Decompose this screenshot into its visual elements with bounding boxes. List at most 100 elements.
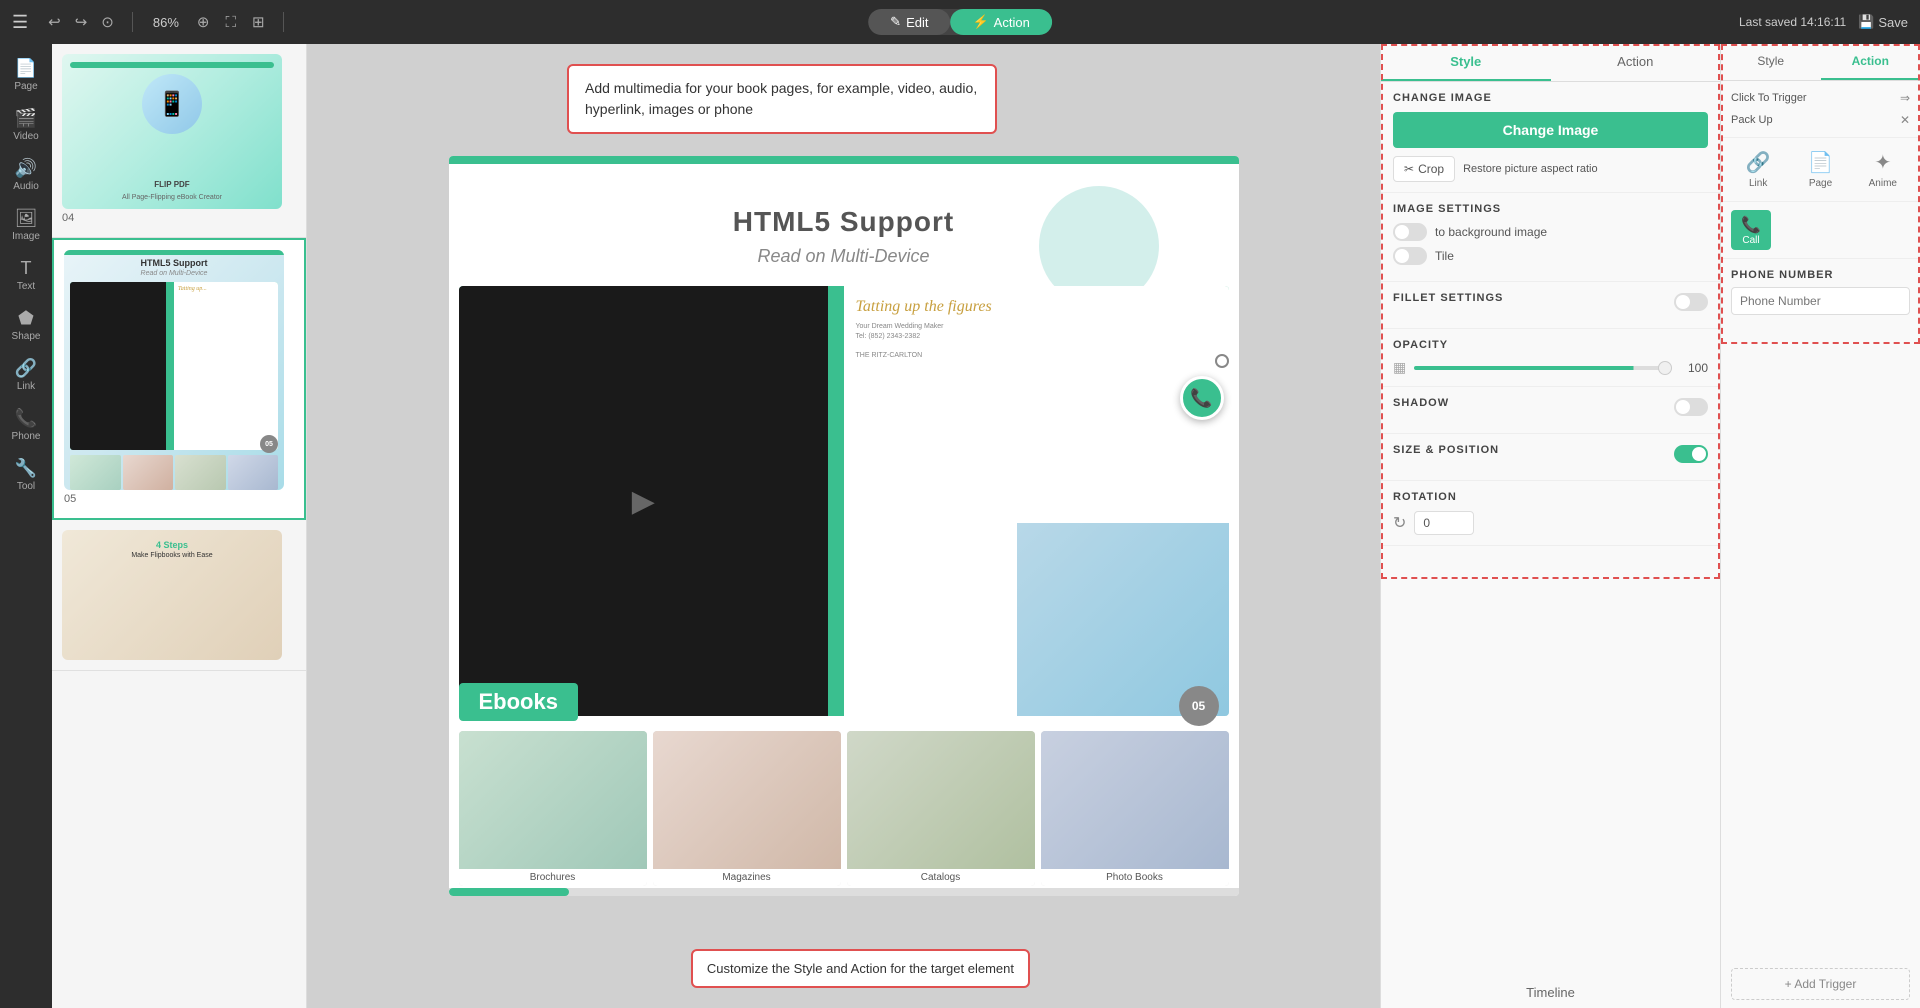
shadow-toggle[interactable] [1674, 398, 1708, 416]
change-image-button[interactable]: Change Image [1393, 112, 1708, 148]
redo-icon[interactable]: ↪ [71, 11, 92, 33]
opacity-title: OPACITY [1393, 339, 1708, 351]
action-icon: ⚡ [972, 14, 988, 30]
shape-icon: ⬟ [18, 308, 34, 329]
save-icon: 💾 [1858, 14, 1874, 30]
canvas-area: Add multimedia for your book pages, for … [307, 44, 1380, 1008]
tool-icon: 🔧 [15, 458, 37, 479]
book-right-page: Tatting up the figures Your Dream Weddin… [844, 286, 1229, 716]
book-spread[interactable]: ▶ Tatting up the figures Your Dream Wedd… [459, 286, 1229, 716]
right-panel: Style Action CHANGE IMAGE Change Image ✂… [1380, 44, 1720, 1008]
opacity-slider[interactable] [1414, 366, 1672, 370]
sidebar-label-link: Link [17, 381, 35, 392]
action-link[interactable]: 🔗 Link [1731, 146, 1785, 193]
phone-number-input[interactable] [1731, 287, 1910, 315]
tab-action[interactable]: Action [1551, 44, 1721, 81]
sidebar-item-shape[interactable]: ⬟ Shape [0, 302, 52, 348]
grid-label-brochures: Brochures [459, 869, 647, 886]
size-position-title: SIZE & POSITION [1393, 444, 1499, 456]
ebooks-label: Ebooks [459, 683, 578, 721]
canvas-scrollbar[interactable] [449, 888, 1239, 896]
far-right-tabs: Style Action [1721, 44, 1920, 81]
thumb-img-5: HTML5 Support Read on Multi-Device Tatti… [64, 250, 284, 490]
tab-style[interactable]: Style [1381, 44, 1551, 81]
right-panel-tabs: Style Action [1381, 44, 1720, 82]
edit-label: Edit [906, 15, 928, 30]
grid-item-catalogs[interactable]: Catalogs [847, 731, 1035, 886]
anime-icon: ✦ [1874, 150, 1891, 175]
crop-button[interactable]: ✂ Crop [1393, 156, 1455, 182]
link-icon: 🔗 [15, 358, 37, 379]
divider2 [283, 12, 284, 32]
sidebar-item-audio[interactable]: 🔊 Audio [0, 152, 52, 198]
rotation-icon: ↻ [1393, 513, 1406, 533]
page-icon: 📄 [1808, 150, 1833, 175]
rotation-input[interactable] [1414, 511, 1474, 535]
canvas-content[interactable]: HTML5 Support Read on Multi-Device ▶ Tat… [449, 156, 1239, 896]
trigger-arrow-icon: ⇒ [1900, 91, 1910, 105]
far-right-panel: Style Action Click To Trigger ⇒ Pack Up … [1720, 44, 1920, 1008]
tab-edit[interactable]: ✎ Edit [868, 9, 950, 35]
page-thumb-5[interactable]: HTML5 Support Read on Multi-Device Tatti… [52, 238, 306, 520]
left-sidebar: 📄 Page 🎬 Video 🔊 Audio 🖼 Image T Text ⬟ … [0, 44, 52, 1008]
fillet-header: FILLET SETTINGS [1393, 292, 1708, 312]
canvas-page-subtitle: Read on Multi-Device [449, 246, 1239, 267]
fillet-title: FILLET SETTINGS [1393, 292, 1503, 304]
undo-icon[interactable]: ↩ [44, 11, 65, 33]
sidebar-item-tool[interactable]: 🔧 Tool [0, 452, 52, 498]
sidebar-item-video[interactable]: 🎬 Video [0, 102, 52, 148]
tooltip-add-multimedia: Add multimedia for your book pages, for … [567, 64, 997, 134]
background-image-row: to background image [1393, 223, 1708, 241]
scrollbar-thumb[interactable] [449, 888, 569, 896]
pages-panel: 📱 FLIP PDF All Page-Flipping eBook Creat… [52, 44, 307, 1008]
sidebar-item-image[interactable]: 🖼 Image [0, 202, 52, 248]
zoom-icon[interactable]: ⊕ [193, 11, 214, 33]
grid-item-photobooks[interactable]: Photo Books [1041, 731, 1229, 886]
sidebar-item-link[interactable]: 🔗 Link [0, 352, 52, 398]
selection-handle-top[interactable] [1215, 354, 1229, 368]
sidebar-item-page[interactable]: 📄 Page [0, 52, 52, 98]
frp-tab-style[interactable]: Style [1721, 44, 1821, 80]
thumb-img-4: 📱 FLIP PDF All Page-Flipping eBook Creat… [62, 54, 282, 209]
call-button[interactable]: 📞 Call [1731, 210, 1771, 250]
last-saved-label: Last saved 14:16:11 [1739, 15, 1846, 29]
timeline-button[interactable]: Timeline [1381, 977, 1720, 1008]
frp-tab-action[interactable]: Action [1821, 44, 1920, 80]
layout-icon[interactable]: ⊞ [248, 11, 269, 33]
sidebar-item-phone[interactable]: 📞 Phone [0, 402, 52, 448]
restore-button[interactable]: Restore picture aspect ratio [1463, 163, 1598, 175]
sidebar-item-text[interactable]: T Text [0, 252, 52, 298]
sidebar-label-phone: Phone [12, 431, 41, 442]
edit-action-tabs: ✎ Edit ⚡ Action [868, 9, 1052, 35]
menu-icon[interactable]: ☰ [12, 12, 28, 33]
book-right-title: Tatting up the figures [856, 298, 1217, 316]
grid-item-brochures[interactable]: Brochures [459, 731, 647, 886]
main-layout: 📄 Page 🎬 Video 🔊 Audio 🖼 Image T Text ⬟ … [0, 44, 1920, 1008]
grid-label-photobooks: Photo Books [1041, 869, 1229, 886]
bottom-grid: Brochures Magazines Catalogs Photo Books [459, 731, 1229, 886]
add-trigger-button[interactable]: + Add Trigger [1731, 968, 1910, 1000]
page-thumb-6[interactable]: 4 Steps Make Flipbooks with Ease [52, 520, 306, 671]
background-toggle[interactable] [1393, 223, 1427, 241]
sidebar-label-image: Image [12, 231, 40, 242]
page-thumb-4[interactable]: 📱 FLIP PDF All Page-Flipping eBook Creat… [52, 44, 306, 238]
grid-item-magazines[interactable]: Magazines [653, 731, 841, 886]
click-trigger-label: Click To Trigger [1731, 92, 1807, 104]
action-icon-grid: 🔗 Link 📄 Page ✦ Anime [1721, 138, 1920, 202]
sidebar-label-page: Page [14, 81, 37, 92]
action-anime[interactable]: ✦ Anime [1856, 146, 1910, 193]
tab-action[interactable]: ⚡ Action [950, 9, 1051, 35]
save-button[interactable]: 💾 Save [1858, 14, 1908, 30]
tile-toggle[interactable] [1393, 247, 1427, 265]
thumb-img-6: 4 Steps Make Flipbooks with Ease [62, 530, 282, 660]
opacity-section: OPACITY ▦ 100 [1381, 329, 1720, 387]
selected-phone-element[interactable]: 📞 [1180, 376, 1224, 420]
save-state-icon[interactable]: ⊙ [97, 11, 118, 33]
fillet-toggle[interactable] [1674, 293, 1708, 311]
divider [132, 12, 133, 32]
size-position-toggle[interactable] [1674, 445, 1708, 463]
size-position-section: SIZE & POSITION [1381, 434, 1720, 481]
tooltip-text-1: Add multimedia for your book pages, for … [585, 80, 977, 117]
fullscreen-icon[interactable]: ⛶ [221, 12, 240, 33]
action-page[interactable]: 📄 Page [1793, 146, 1847, 193]
